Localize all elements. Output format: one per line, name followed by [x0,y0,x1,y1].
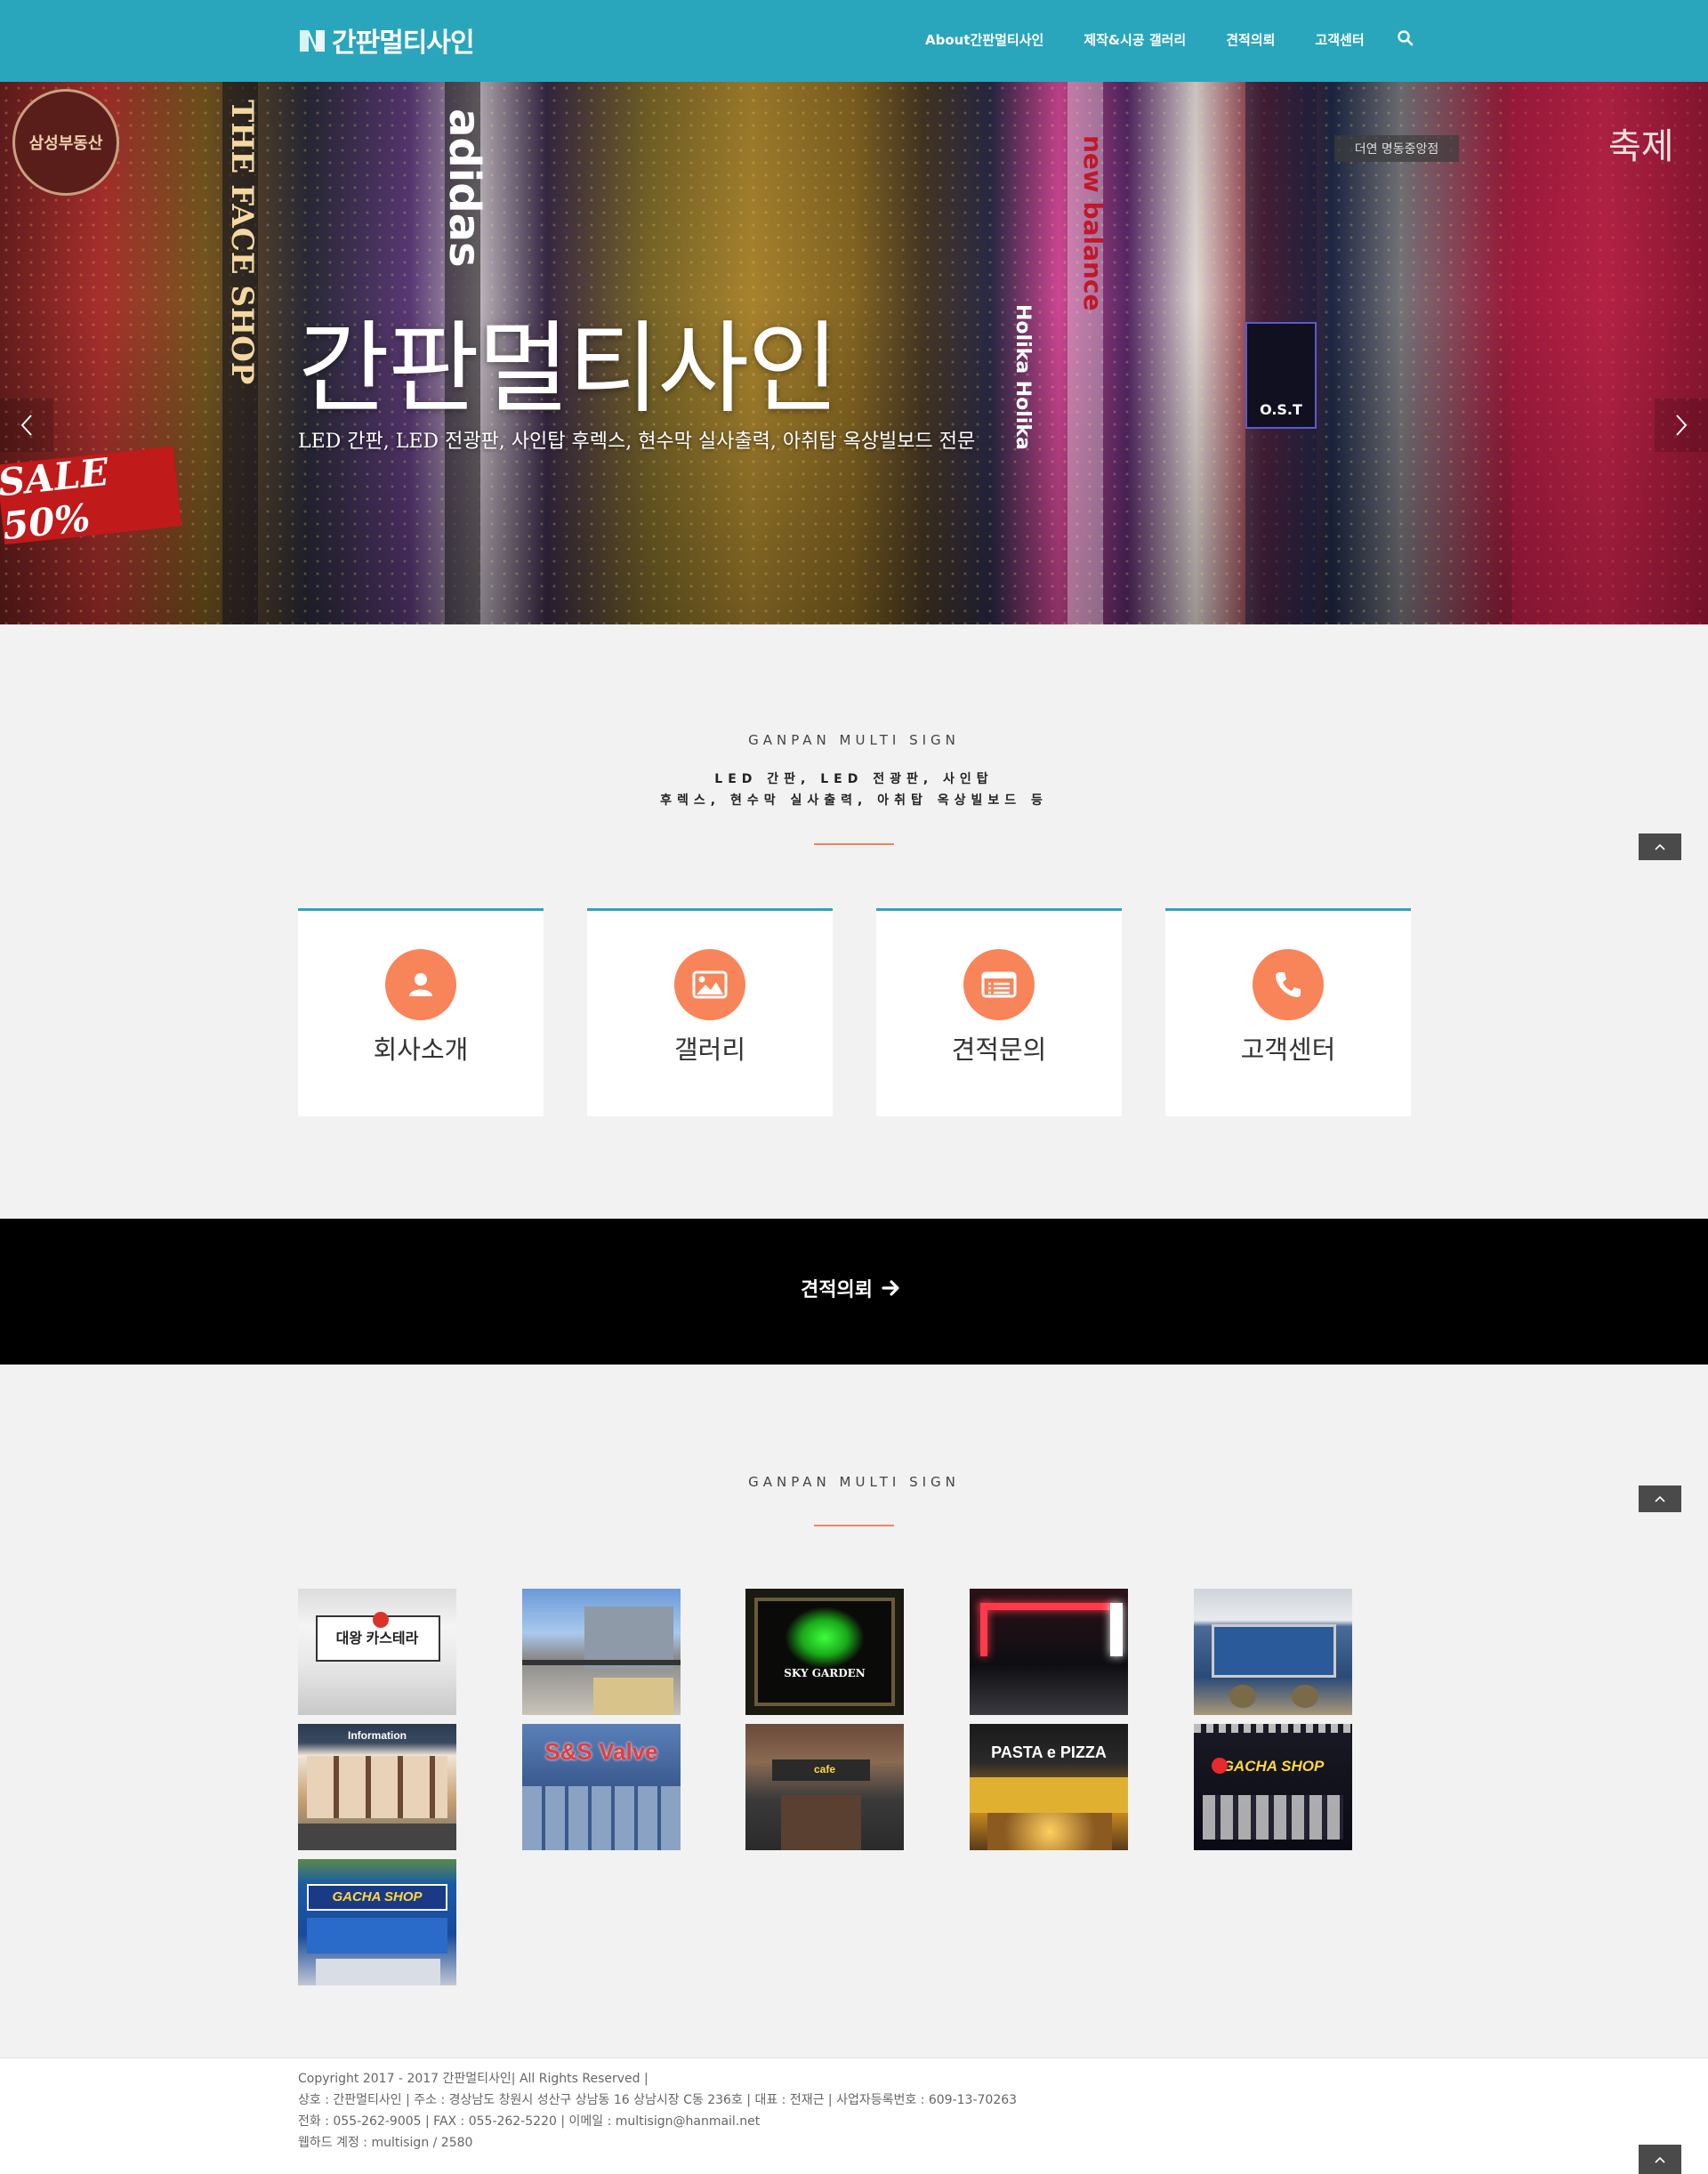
thumbnail-caption: Information [348,1729,407,1742]
chevron-up-icon [1655,2156,1665,2163]
hero-sign-sale: SALE 50% [0,446,182,548]
chevron-right-icon [1676,415,1688,436]
chevron-left-icon [20,415,32,436]
nav-item-about[interactable]: About간판멀티사인 [925,30,1043,49]
hero-sign-label: Holika Holika [1011,304,1034,450]
hero-sign-festival: 축제 [1608,117,1674,169]
hero-sign-label: new balance [1078,135,1108,311]
card-company-intro[interactable]: 회사소개 [298,908,544,1116]
hero-title: 간판멀티사인 [298,311,839,427]
footer-company-info: 상호 : 간판멀티사인 | 주소 : 경상남도 창원시 성산구 상남동 16 상… [298,2093,1018,2107]
hero-sign-holika: Holika Holika [998,304,1034,482]
footer-contact: 전화 : 055-262-9005 | FAX : 055-262-5220 |… [298,2114,761,2129]
site-header: 간판멀티사인 About간판멀티사인 제작&시공 갤러리 견적의뢰 고객센터 [0,0,1708,82]
thumbnail-caption: cafe [813,1763,836,1775]
intro-line-1: LED 간판, LED 전광판, 사인탑 [714,772,994,786]
card-label: 견적문의 [951,1035,1047,1065]
phone-icon [1253,949,1324,1020]
hero-sign-faceshop: THE FACE SHOP [206,100,260,420]
hero-sign-label: O.S.T [1260,401,1302,418]
hero-sign-label: 삼성부동산 [28,134,103,153]
chevron-up-icon [1655,843,1665,850]
gallery-thumbnail[interactable]: PASTA e PIZZA [970,1724,1128,1850]
site-footer: Copyright 2017 - 2017 간판멀티사인| All Rights… [0,2057,1708,2174]
thumbnail-caption: SKY GARDEN [784,1667,866,1679]
card-gallery[interactable]: 갤러리 [587,908,833,1116]
user-icon [385,949,456,1020]
gallery-thumbnail[interactable] [522,1589,681,1715]
thumbnail-caption: 대왕 카스테라 [335,1631,419,1647]
nav-item-estimate[interactable]: 견적의뢰 [1226,30,1275,49]
image-icon [674,949,745,1020]
gallery-thumbnail[interactable] [1194,1589,1352,1715]
card-support[interactable]: 고객센터 [1165,908,1411,1116]
footer-copyright: Copyright 2017 - 2017 간판멀티사인| All Rights… [298,2072,649,2086]
card-label: 회사소개 [373,1035,469,1065]
nav-item-gallery[interactable]: 제작&시공 갤러리 [1084,30,1186,49]
gallery-divider [814,1525,894,1526]
hero-sign-label: adidas [439,109,489,268]
thumbnail-caption: S&S Valve [544,1738,658,1765]
hero-sign-deyeon: 더연 명동중앙점 [1334,135,1459,162]
thumbnail-caption: GACHA SHOP [332,1889,423,1904]
hero-sign-newbalance: new balance [1072,135,1108,384]
main-nav: About간판멀티사인 제작&시공 갤러리 견적의뢰 고객센터 [925,27,1405,52]
logo-icon [300,30,325,52]
hero-sign-label: THE FACE SHOP [224,100,260,385]
search-icon[interactable] [1397,28,1414,48]
hero-sign-label: 더연 명동중앙점 [1354,142,1439,157]
gallery-thumbnail[interactable]: GACHA SHOP [1194,1724,1352,1850]
slider-prev-button[interactable] [0,399,53,452]
hero-sign-label: 축제 [1608,126,1674,167]
card-estimate[interactable]: 견적문의 [876,908,1122,1116]
card-label: 갤러리 [673,1035,746,1065]
gallery-section-label: GANPAN MULTI SIGN [748,1474,960,1490]
hero-sign-label: SALE 50% [0,449,111,549]
intro-divider [814,843,894,845]
intro-section-label: GANPAN MULTI SIGN [748,732,960,748]
gallery-thumbnail[interactable]: Information [298,1724,456,1850]
estimate-cta-link[interactable]: 견적의뢰 [801,1274,901,1302]
chevron-up-icon [1655,1495,1665,1502]
estimate-cta-banner: 견적의뢰 [0,1219,1708,1365]
list-icon [963,949,1035,1020]
gallery-thumbnail[interactable]: cafe [745,1724,904,1850]
logo-text: 간판멀티사인 [332,28,475,59]
estimate-cta-label: 견적의뢰 [801,1279,873,1301]
hero-subtitle: LED 간판, LED 전광판, 사인탑 후렉스, 현수막 실사출력, 아취탑 … [298,431,976,453]
arrow-right-icon [882,1280,899,1296]
footer-webhard: 웹하드 계정 : multisign / 2580 [298,2136,473,2150]
scroll-top-button[interactable] [1639,1486,1681,1512]
slider-next-button[interactable] [1655,399,1708,452]
hero-slider: 삼성부동산 THE FACE SHOP adidas new balance H… [0,82,1708,624]
gallery-thumbnail[interactable]: S&S Valve [522,1724,681,1850]
intro-line-2: 후렉스, 현수막 실사출력, 아취탑 옥상빌보드 등 [660,793,1048,808]
footer-scroll-top-button[interactable] [1639,2145,1681,2174]
gallery-thumbnail[interactable]: SKY GARDEN [745,1589,904,1715]
hero-sign-samsung: 삼성부동산 [12,89,119,196]
scroll-top-button[interactable] [1639,833,1681,860]
nav-item-support[interactable]: 고객센터 [1315,30,1364,49]
gallery-thumbnail[interactable]: 대왕 카스테라 [298,1589,456,1715]
hero-sign-ost: O.S.T [1245,322,1317,429]
gallery-thumbnail[interactable]: GACHA SHOP [298,1859,456,1985]
site-logo[interactable]: 간판멀티사인 [298,23,475,59]
card-label: 고객센터 [1240,1035,1336,1065]
gallery-thumbnail[interactable] [970,1589,1128,1715]
thumbnail-caption: PASTA e PIZZA [991,1743,1107,1761]
